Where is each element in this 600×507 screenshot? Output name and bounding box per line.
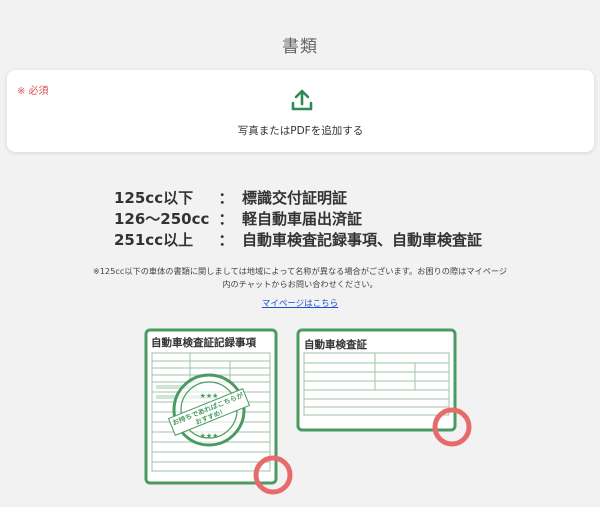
doc2-title: 自動車検査証 [304, 338, 367, 351]
stamp-stars: ★★★ [200, 392, 219, 400]
document-illustration: 自動車検査証記録事項 ★★★ ★★★ お持ちであればこちらが おすすめ！ 自動車… [144, 328, 472, 495]
doc1-title: 自動車検査証記録事項 [151, 336, 256, 349]
inspection-certificate-document: 自動車検査証 [296, 328, 457, 432]
stamp-stars-bottom: ★★★ [200, 432, 219, 440]
